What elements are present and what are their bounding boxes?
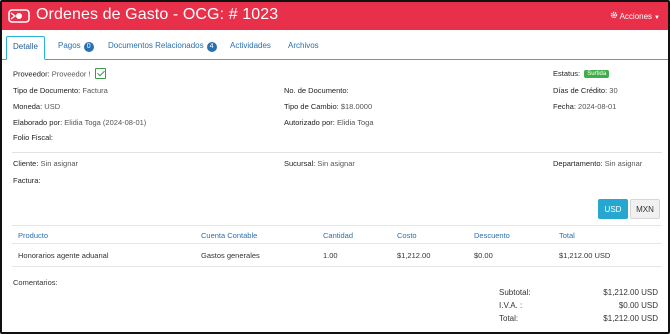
iva-value: $0.00 USD — [618, 301, 658, 310]
subtotal-label: Subtotal: — [499, 288, 531, 297]
total-value: $1,212.00 USD — [603, 314, 658, 323]
column-header-cantidad: Cantidad — [323, 231, 354, 240]
actions-label: Acciones — [619, 12, 653, 21]
column-header-descuento: Descuento — [474, 231, 510, 240]
field-label: Autorizado por: — [284, 118, 335, 127]
column-header-total: Total — [559, 231, 575, 240]
field-value: USD — [44, 102, 61, 111]
status-badge: Surtida — [584, 70, 610, 79]
tab-archivos[interactable]: Archivos — [282, 36, 325, 60]
tipo-documento-field: Tipo de Documento: Factura — [13, 86, 108, 95]
caret-down-icon: ▼ — [654, 15, 660, 21]
actions-menu-button[interactable]: Acciones ▼ — [610, 11, 660, 21]
field-label: No. de Documento: — [284, 86, 349, 95]
field-label: Tipo de Cambio: — [284, 102, 339, 111]
field-value: Factura — [82, 86, 108, 95]
tab-documentos-relacionados[interactable]: Documentos Relacionados 4 — [102, 36, 223, 60]
page-title: Ordenes de Gasto - OCG: # 1023 — [36, 6, 279, 23]
departamento-field: Departamento: Sin asignar — [553, 159, 642, 168]
field-label: Departamento: — [553, 159, 603, 168]
tab-label: Detalle — [13, 42, 38, 51]
table-header-divider — [12, 243, 662, 244]
field-label: Elaborado por: — [13, 118, 63, 127]
proveedor-field: Proveedor: Proveedor ! — [13, 68, 106, 80]
field-value: Sin asignar — [317, 159, 355, 168]
field-label: Moneda: — [13, 102, 43, 111]
field-value: Elidia Toga (2024-08-01) — [64, 118, 147, 127]
field-label: Fecha: — [553, 102, 576, 111]
field-value: 2024-08-01 — [578, 102, 617, 111]
folio-fiscal-field: Folio Fiscal: — [13, 133, 53, 142]
tab-label: Documentos Relacionados — [108, 41, 204, 50]
table-top-border — [12, 225, 662, 226]
page-header: Ordenes de Gasto - OCG: # 1023 Acciones ▼ — [2, 2, 668, 30]
column-header-costo: Costo — [397, 231, 417, 240]
subtotal-value: $1,212.00 USD — [603, 288, 658, 297]
moneda-field: Moneda: USD — [13, 102, 60, 111]
brand-logo-icon — [8, 9, 30, 23]
field-label: Factura: — [13, 176, 41, 185]
dias-credito-field: Días de Crédito: 30 — [553, 86, 618, 95]
field-label: Días de Crédito: — [553, 86, 608, 95]
count-badge: 0 — [83, 42, 94, 52]
field-label: Tipo de Documento: — [13, 86, 81, 95]
tab-label: Archivos — [288, 41, 319, 50]
cell-cuenta: Gastos generales — [201, 251, 260, 260]
elaborado-field: Elaborado por: Elidia Toga (2024-08-01) — [13, 118, 146, 127]
count-badge: 4 — [206, 42, 217, 52]
fecha-field: Fecha: 2024-08-01 — [553, 102, 616, 111]
field-value[interactable]: Proveedor ! — [52, 69, 91, 78]
gear-icon — [610, 11, 618, 21]
cliente-field: Cliente: Sin asignar — [13, 159, 78, 168]
tab-label: Pagos — [58, 41, 81, 50]
factura-field: Factura: — [13, 176, 41, 185]
field-value: 30 — [609, 86, 618, 95]
no-documento-field: No. de Documento: — [284, 86, 349, 95]
field-label: Cliente: — [13, 159, 39, 168]
field-label: Sucursal: — [284, 159, 316, 168]
check-icon[interactable] — [94, 68, 106, 79]
order-window: Ordenes de Gasto - OCG: # 1023 Acciones ▼… — [0, 0, 670, 334]
tab-pagos[interactable]: Pagos 0 — [52, 36, 100, 60]
iva-label: I.V.A. : — [499, 301, 523, 310]
sucursal-field: Sucursal: Sin asignar — [284, 159, 355, 168]
cell-costo: $1,212.00 — [397, 251, 431, 260]
table-row-divider — [12, 266, 662, 267]
cell-total: $1,212.00 USD — [559, 251, 611, 260]
field-label: Folio Fiscal: — [13, 133, 54, 142]
field-value: Sin asignar — [604, 159, 643, 168]
column-header-producto: Producto — [18, 231, 49, 240]
currency-usd-button[interactable]: USD — [598, 199, 628, 219]
field-label: Proveedor: — [13, 69, 50, 79]
field-label: Estatus: — [553, 69, 581, 78]
section-divider — [12, 152, 662, 153]
tipo-cambio-field: Tipo de Cambio: $18.0000 — [284, 102, 372, 111]
total-label: Total: — [499, 314, 519, 323]
field-value: Sin asignar — [40, 159, 79, 168]
currency-mxn-button[interactable]: MXN — [630, 199, 660, 219]
tab-detalle[interactable]: Detalle — [6, 36, 45, 60]
tab-actividades[interactable]: Actividades — [224, 36, 277, 60]
tab-label: Actividades — [230, 41, 271, 50]
column-header-cuenta: Cuenta Contable — [201, 231, 258, 240]
autorizado-field: Autorizado por: Elidia Toga — [284, 118, 374, 127]
estatus-field: Estatus: Surtida — [553, 69, 610, 79]
cell-producto: Honorarios agente aduanal — [18, 251, 109, 260]
field-value: Elidia Toga — [336, 118, 374, 127]
cell-descuento: $0.00 — [474, 251, 493, 260]
cell-cantidad: 1.00 — [323, 251, 338, 260]
field-value: $18.0000 — [340, 102, 373, 111]
tab-bar: Detalle Pagos 0 Documentos Relacionados 4 … — [2, 30, 668, 60]
comments-label: Comentarios: — [13, 278, 58, 287]
